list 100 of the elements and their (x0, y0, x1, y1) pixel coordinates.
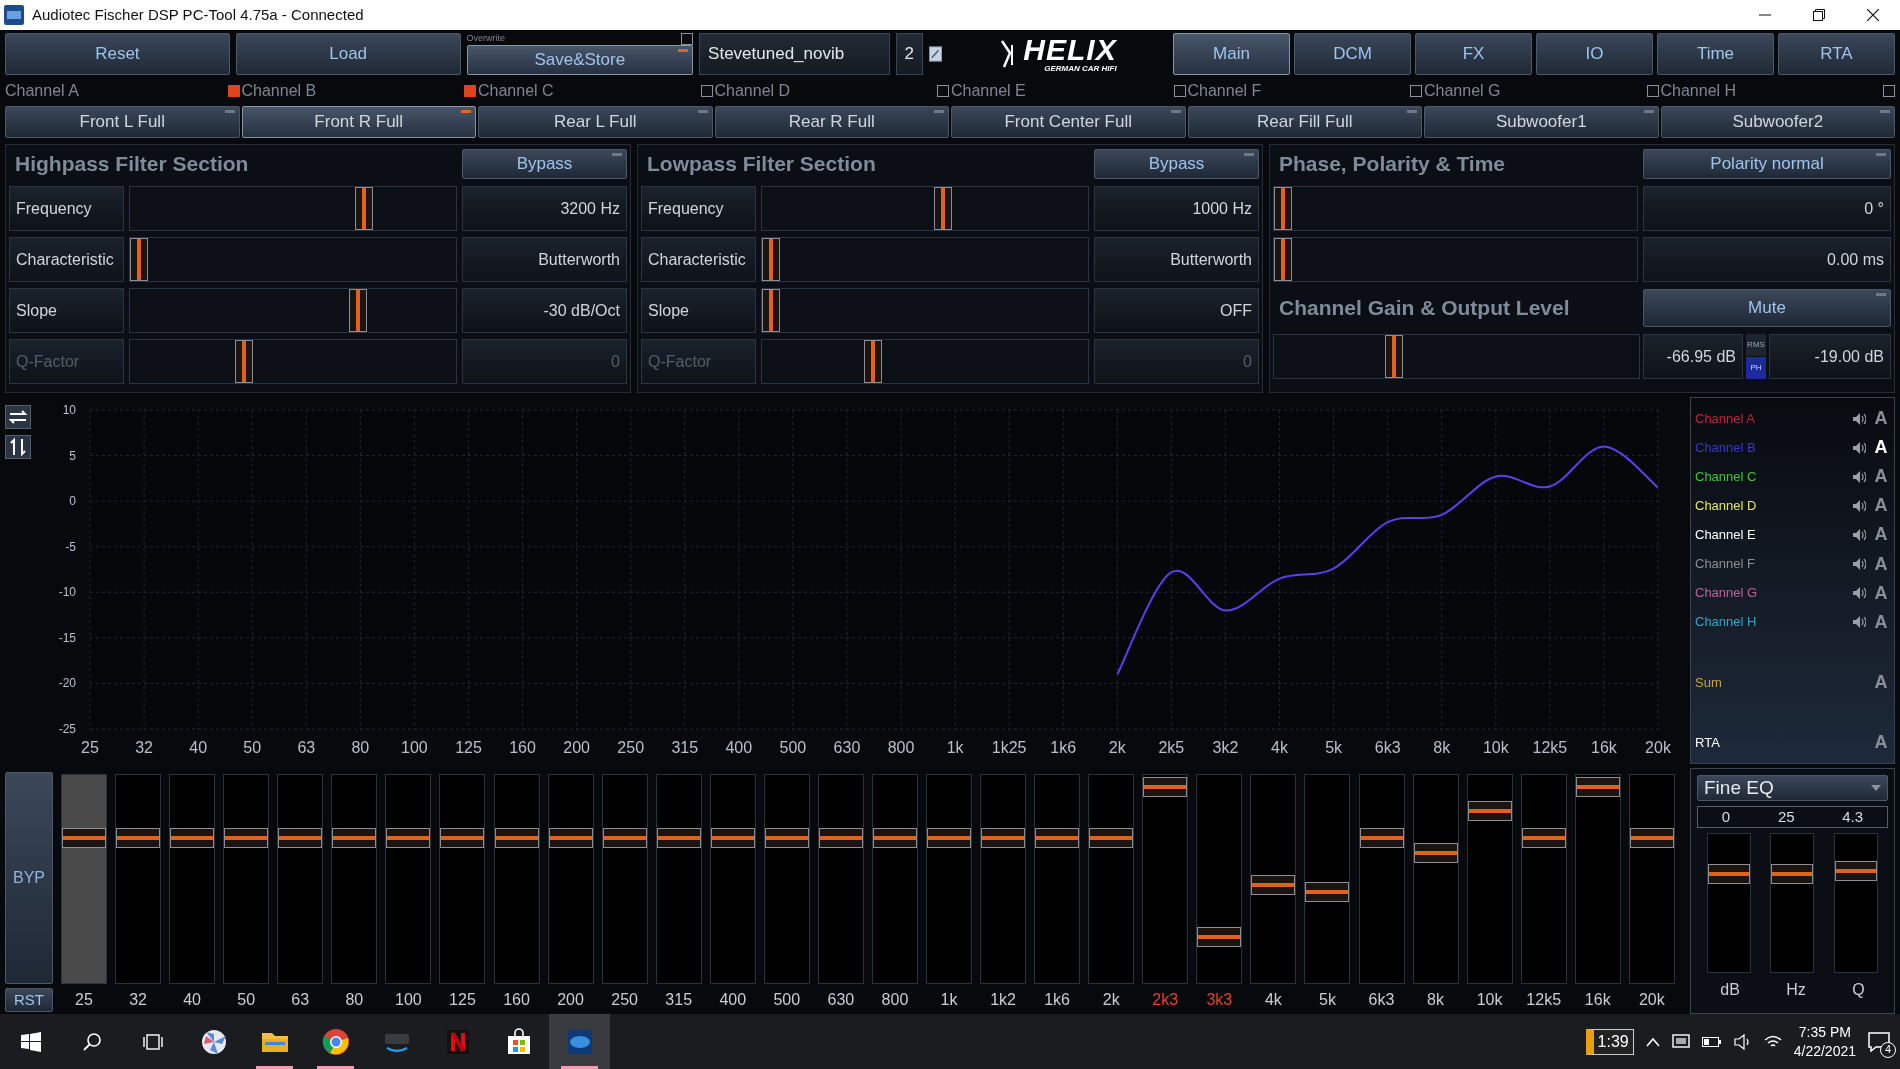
slider-track[interactable] (1834, 833, 1879, 973)
slider-track[interactable] (1358, 774, 1405, 984)
toolbar-button[interactable]: Load (235, 33, 461, 75)
channel-label[interactable]: Channel H (1695, 612, 1846, 632)
slider-thumb[interactable] (1274, 187, 1292, 230)
slider-thumb[interactable] (1575, 776, 1620, 797)
slider-track[interactable] (493, 774, 540, 984)
slider-thumb[interactable] (1835, 861, 1878, 882)
slider-track[interactable] (1412, 774, 1459, 984)
slider-thumb[interactable] (1197, 927, 1242, 948)
display-toggle[interactable]: A (1872, 521, 1890, 549)
slider-thumb[interactable] (278, 827, 323, 848)
tab[interactable]: IO (1536, 33, 1653, 75)
output-dropdown[interactable]: Subwoofer1 (1424, 106, 1659, 138)
preset-name-field[interactable]: Stevetuned_novib (699, 33, 890, 75)
slider-thumb[interactable] (656, 827, 701, 848)
slider-track[interactable] (1196, 774, 1243, 984)
slider-track[interactable] (331, 774, 378, 984)
restore-icon[interactable] (1813, 9, 1825, 21)
toolbar-button[interactable]: Reset (5, 33, 230, 75)
slider-track[interactable] (115, 774, 162, 984)
tab[interactable]: FX (1415, 33, 1532, 75)
slider-track[interactable] (709, 774, 756, 984)
slider-thumb[interactable] (1251, 874, 1296, 895)
slider-track[interactable] (169, 774, 216, 984)
device-icon[interactable] (1671, 1033, 1690, 1050)
checkbox[interactable] (700, 85, 713, 97)
meter-mode-toggle[interactable]: PH (1746, 357, 1766, 379)
swap-horizontal-icon[interactable] (5, 405, 31, 429)
slider-track[interactable] (761, 186, 1089, 231)
checkbox[interactable] (1883, 85, 1895, 97)
channel-label[interactable]: Channel D (1695, 496, 1846, 516)
slider-track[interactable] (129, 288, 457, 333)
slider-track[interactable] (761, 288, 1089, 333)
display-toggle[interactable]: A (1872, 550, 1890, 578)
slider-track[interactable] (980, 774, 1027, 984)
display-toggle[interactable]: A (1872, 728, 1890, 756)
slider-track[interactable] (385, 774, 432, 984)
speaker-icon[interactable] (1852, 498, 1866, 513)
checkbox[interactable] (681, 33, 694, 45)
tab[interactable]: Time (1657, 33, 1774, 75)
meter-mode-toggle[interactable]: RMS (1746, 334, 1766, 356)
slider-thumb[interactable] (494, 827, 539, 848)
slider-thumb[interactable] (981, 827, 1026, 848)
output-dropdown[interactable]: Front R Full (241, 106, 476, 138)
bypass-button[interactable]: Bypass (462, 149, 627, 179)
notification-icon[interactable] (1868, 1032, 1890, 1053)
channel-label[interactable]: Channel E (1695, 525, 1846, 545)
speaker-icon[interactable] (1852, 469, 1866, 484)
eq-bypass-button[interactable]: BYP (5, 772, 53, 984)
slider-track[interactable] (1034, 774, 1081, 984)
slider-track[interactable] (277, 774, 324, 984)
checkbox[interactable] (227, 85, 240, 97)
tab[interactable]: RTA (1778, 33, 1895, 75)
slider-thumb[interactable] (116, 827, 161, 848)
slider-track[interactable] (761, 339, 1089, 384)
speaker-icon[interactable] (1852, 557, 1866, 571)
eq-reset-button[interactable]: RST (5, 988, 53, 1012)
slider-track[interactable] (1304, 774, 1351, 984)
slider-thumb[interactable] (386, 827, 431, 848)
slider-thumb[interactable] (1629, 827, 1674, 848)
display-toggle[interactable]: A (1872, 668, 1890, 696)
slider-thumb[interactable] (224, 827, 269, 848)
channel-label[interactable]: Channel F (1695, 554, 1846, 574)
output-dropdown[interactable]: Rear R Full (714, 106, 949, 138)
speaker-icon[interactable] (1852, 440, 1866, 455)
tab[interactable]: DCM (1294, 33, 1411, 75)
slider-thumb[interactable] (1413, 842, 1458, 863)
slider-thumb[interactable] (1467, 801, 1512, 822)
output-dropdown[interactable]: Front Center Full (951, 106, 1186, 138)
slider-thumb[interactable] (762, 238, 780, 281)
caret-up-icon[interactable] (1645, 1036, 1660, 1047)
slider-thumb[interactable] (1771, 863, 1814, 884)
speaker-icon[interactable] (1852, 527, 1866, 542)
output-dropdown[interactable]: Subwoofer2 (1660, 106, 1895, 138)
mute-button[interactable]: Mute (1643, 289, 1891, 327)
slider-thumb[interactable] (440, 827, 485, 848)
slider-track[interactable] (761, 237, 1089, 282)
display-toggle[interactable]: A (1872, 579, 1890, 607)
slider-thumb[interactable] (1521, 827, 1566, 848)
slider-track[interactable] (547, 774, 594, 984)
polarity-button[interactable]: Polarity normal (1643, 149, 1891, 179)
clock-time[interactable]: 7:35 PM (1798, 1022, 1851, 1042)
mode-dropdown[interactable]: Fine EQ (1697, 775, 1888, 801)
slider-track[interactable] (1770, 833, 1815, 973)
display-toggle[interactable]: A (1872, 463, 1890, 491)
slider-thumb[interactable] (762, 289, 780, 332)
slider-track[interactable] (817, 774, 864, 984)
tab[interactable]: Main (1173, 33, 1290, 75)
save-button[interactable]: Save&Store (466, 45, 694, 75)
slider-thumb[interactable] (934, 187, 953, 230)
slider-track[interactable] (1273, 334, 1640, 379)
slider-track[interactable] (129, 186, 457, 231)
slider-thumb[interactable] (354, 187, 373, 230)
channel-label[interactable]: RTA (1695, 732, 1866, 753)
channel-label[interactable]: Channel A (1695, 408, 1846, 429)
slider-track[interactable] (129, 339, 457, 384)
slider-track[interactable] (871, 774, 918, 984)
display-toggle[interactable]: A (1872, 492, 1890, 520)
battery-icon[interactable] (1701, 1035, 1722, 1048)
